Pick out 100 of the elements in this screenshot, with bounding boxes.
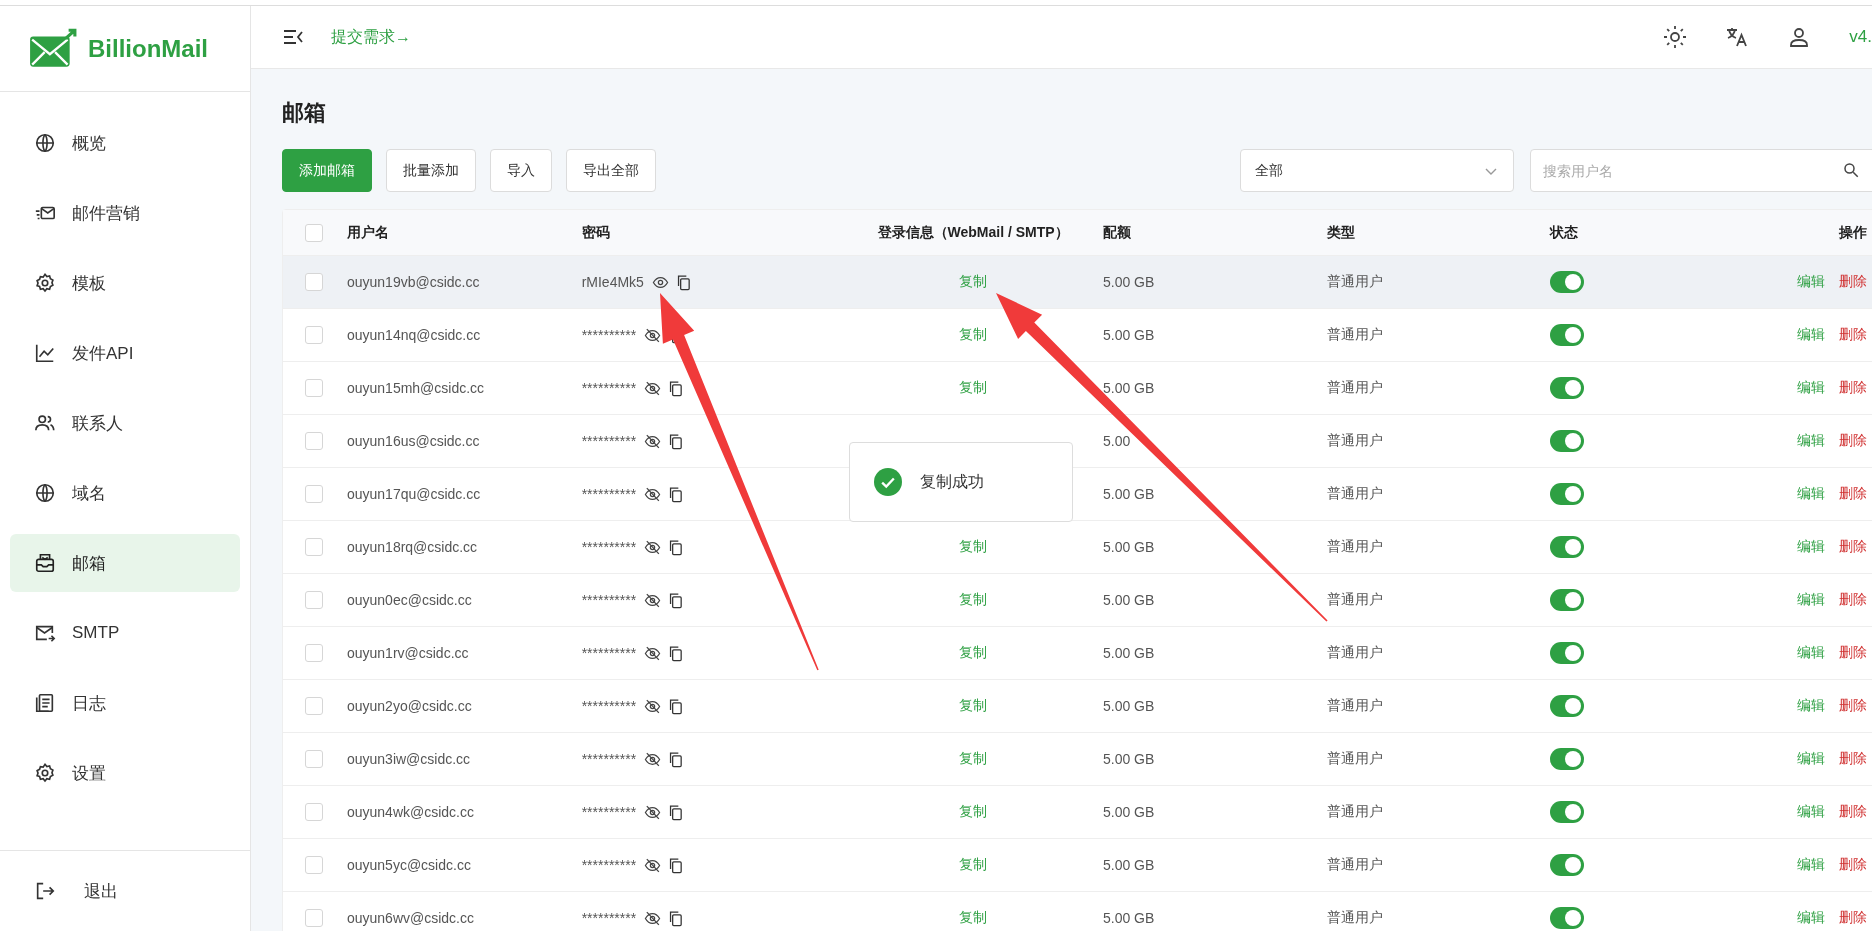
status-toggle[interactable] bbox=[1550, 748, 1585, 770]
copy-icon[interactable] bbox=[667, 803, 685, 821]
delete-link[interactable]: 删除 bbox=[1839, 432, 1867, 450]
delete-link[interactable]: 删除 bbox=[1839, 750, 1867, 768]
submit-request-link[interactable]: 提交需求→ bbox=[331, 26, 411, 48]
toolbar-button[interactable]: 导入 bbox=[490, 149, 552, 192]
copy-link[interactable]: 复制 bbox=[959, 909, 988, 927]
copy-icon[interactable] bbox=[667, 697, 685, 715]
copy-link[interactable]: 复制 bbox=[959, 538, 988, 556]
copy-link[interactable]: 复制 bbox=[959, 644, 988, 662]
delete-link[interactable]: 删除 bbox=[1839, 803, 1867, 821]
eye-slash-icon[interactable] bbox=[644, 750, 662, 768]
row-checkbox[interactable] bbox=[304, 326, 323, 344]
status-toggle[interactable] bbox=[1550, 377, 1585, 399]
eye-slash-icon[interactable] bbox=[644, 326, 662, 344]
copy-link[interactable]: 复制 bbox=[959, 326, 988, 344]
sidebar-item[interactable]: SMTP bbox=[10, 604, 240, 662]
row-checkbox[interactable] bbox=[304, 273, 323, 291]
edit-link[interactable]: 编辑 bbox=[1797, 856, 1825, 874]
edit-link[interactable]: 编辑 bbox=[1797, 697, 1825, 715]
status-toggle[interactable] bbox=[1550, 271, 1585, 293]
eye-slash-icon[interactable] bbox=[644, 432, 662, 450]
row-checkbox[interactable] bbox=[304, 644, 323, 662]
row-checkbox[interactable] bbox=[304, 379, 323, 397]
delete-link[interactable]: 删除 bbox=[1839, 485, 1867, 503]
copy-link[interactable]: 复制 bbox=[959, 803, 988, 821]
eye-slash-icon[interactable] bbox=[644, 485, 662, 503]
eye-slash-icon[interactable] bbox=[644, 379, 662, 397]
status-toggle[interactable] bbox=[1550, 695, 1585, 717]
translate-icon[interactable] bbox=[1725, 25, 1750, 49]
type-select[interactable]: 全部 bbox=[1240, 149, 1514, 192]
sidebar-item[interactable]: 联系人 bbox=[10, 394, 240, 452]
edit-link[interactable]: 编辑 bbox=[1797, 485, 1825, 503]
row-checkbox[interactable] bbox=[304, 856, 323, 874]
toolbar-button[interactable]: 导出全部 bbox=[566, 149, 656, 192]
copy-icon[interactable] bbox=[667, 909, 685, 927]
status-toggle[interactable] bbox=[1550, 430, 1585, 452]
copy-link[interactable]: 复制 bbox=[959, 697, 988, 715]
copy-link[interactable]: 复制 bbox=[959, 379, 988, 397]
eye-slash-icon[interactable] bbox=[644, 644, 662, 662]
copy-icon[interactable] bbox=[667, 379, 685, 397]
logout-item[interactable]: 退出 bbox=[0, 850, 250, 931]
sidebar-item[interactable]: 设置 bbox=[10, 744, 240, 802]
delete-link[interactable]: 删除 bbox=[1839, 909, 1867, 927]
eye-slash-icon[interactable] bbox=[644, 803, 662, 821]
copy-icon[interactable] bbox=[667, 750, 685, 768]
sidebar-item[interactable]: 模板 bbox=[10, 254, 240, 312]
copy-link[interactable]: 复制 bbox=[959, 750, 988, 768]
delete-link[interactable]: 删除 bbox=[1839, 591, 1867, 609]
status-toggle[interactable] bbox=[1550, 589, 1585, 611]
copy-icon[interactable] bbox=[667, 856, 685, 874]
select-all-checkbox[interactable] bbox=[304, 223, 323, 242]
eye-slash-icon[interactable] bbox=[644, 591, 662, 609]
row-checkbox[interactable] bbox=[304, 750, 323, 768]
edit-link[interactable]: 编辑 bbox=[1797, 803, 1825, 821]
copy-link[interactable]: 复制 bbox=[959, 591, 988, 609]
sidebar-item[interactable]: 域名 bbox=[10, 464, 240, 522]
status-toggle[interactable] bbox=[1550, 324, 1585, 346]
edit-link[interactable]: 编辑 bbox=[1797, 379, 1825, 397]
delete-link[interactable]: 删除 bbox=[1839, 697, 1867, 715]
delete-link[interactable]: 删除 bbox=[1839, 326, 1867, 344]
edit-link[interactable]: 编辑 bbox=[1797, 591, 1825, 609]
status-toggle[interactable] bbox=[1550, 801, 1585, 823]
toolbar-button[interactable]: 添加邮箱 bbox=[282, 149, 372, 192]
edit-link[interactable]: 编辑 bbox=[1797, 538, 1825, 556]
delete-link[interactable]: 删除 bbox=[1839, 379, 1867, 397]
copy-link[interactable]: 复制 bbox=[959, 856, 988, 874]
toolbar-button[interactable]: 批量添加 bbox=[386, 149, 476, 192]
eye-slash-icon[interactable] bbox=[644, 909, 662, 927]
row-checkbox[interactable] bbox=[304, 909, 323, 927]
status-toggle[interactable] bbox=[1550, 642, 1585, 664]
eye-slash-icon[interactable] bbox=[644, 538, 662, 556]
edit-link[interactable]: 编辑 bbox=[1797, 326, 1825, 344]
row-checkbox[interactable] bbox=[304, 485, 323, 503]
delete-link[interactable]: 删除 bbox=[1839, 644, 1867, 662]
row-checkbox[interactable] bbox=[304, 432, 323, 450]
row-checkbox[interactable] bbox=[304, 697, 323, 715]
status-toggle[interactable] bbox=[1550, 536, 1585, 558]
delete-link[interactable]: 删除 bbox=[1839, 273, 1867, 291]
edit-link[interactable]: 编辑 bbox=[1797, 909, 1825, 927]
sidebar-item[interactable]: 日志 bbox=[10, 674, 240, 732]
sidebar-item[interactable]: 概览 bbox=[10, 114, 240, 172]
copy-icon[interactable] bbox=[667, 591, 685, 609]
edit-link[interactable]: 编辑 bbox=[1797, 644, 1825, 662]
edit-link[interactable]: 编辑 bbox=[1797, 273, 1825, 291]
row-checkbox[interactable] bbox=[304, 803, 323, 821]
sidebar-item[interactable]: 邮箱 bbox=[10, 534, 240, 592]
delete-link[interactable]: 删除 bbox=[1839, 538, 1867, 556]
search-field[interactable]: 搜索用户名 bbox=[1530, 149, 1872, 192]
status-toggle[interactable] bbox=[1550, 854, 1585, 876]
eye-slash-icon[interactable] bbox=[644, 856, 662, 874]
sidebar-item[interactable]: 邮件营销 bbox=[10, 184, 240, 242]
edit-link[interactable]: 编辑 bbox=[1797, 432, 1825, 450]
row-checkbox[interactable] bbox=[304, 538, 323, 556]
copy-icon[interactable] bbox=[667, 485, 685, 503]
copy-icon[interactable] bbox=[667, 644, 685, 662]
eye-slash-icon[interactable] bbox=[644, 697, 662, 715]
status-toggle[interactable] bbox=[1550, 907, 1585, 929]
status-toggle[interactable] bbox=[1550, 483, 1585, 505]
delete-link[interactable]: 删除 bbox=[1839, 856, 1867, 874]
